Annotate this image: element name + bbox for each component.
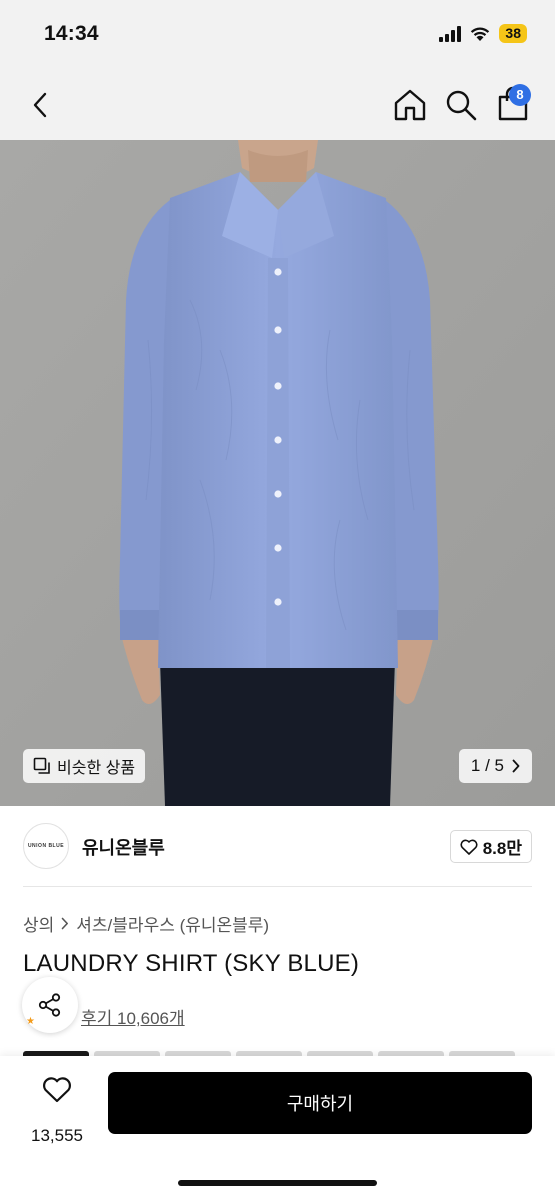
battery-indicator: 38 <box>499 24 527 43</box>
search-icon[interactable] <box>444 88 478 122</box>
breadcrumb: 상의 셔츠/블라우스 (유니온블루) <box>23 911 269 936</box>
similar-products-label: 비슷한 상품 <box>57 760 136 777</box>
breadcrumb-item-top[interactable]: 상의 <box>23 911 54 936</box>
cellular-signal-icon <box>439 25 462 42</box>
buy-button[interactable]: 구매하기 <box>108 1072 532 1134</box>
brand-like-count: 8.8만 <box>482 839 522 858</box>
chevron-right-icon <box>512 759 520 773</box>
cart-count-badge: 8 <box>509 84 531 106</box>
star-icon: ★ <box>26 1016 35 1027</box>
top-nav: 8 <box>0 70 555 140</box>
heart-icon <box>43 1077 71 1103</box>
wishlist-button[interactable]: 13,555 <box>20 1074 92 1145</box>
image-page-indicator[interactable]: 1 / 5 <box>458 749 532 783</box>
breadcrumb-item-category[interactable]: 셔츠/블라우스 (유니온블루) <box>76 911 269 936</box>
wifi-icon <box>471 27 490 41</box>
product-photo <box>0 140 555 806</box>
home-icon[interactable] <box>393 88 427 122</box>
heart-icon <box>460 839 478 855</box>
home-indicator <box>178 1180 377 1186</box>
brand-name[interactable]: 유니온블루 <box>82 834 165 860</box>
status-icons: 38 <box>439 24 527 43</box>
chevron-right-icon <box>61 917 69 930</box>
similar-products-button[interactable]: 비슷한 상품 <box>23 749 146 783</box>
brand-logo[interactable]: UNION BLUE <box>23 823 69 869</box>
copy-icon <box>33 757 50 774</box>
status-bar: 14:34 38 <box>0 0 555 70</box>
status-time: 14:34 <box>44 22 99 45</box>
divider <box>23 886 532 887</box>
wishlist-count: 13,555 <box>31 1126 83 1145</box>
chevron-left-icon[interactable] <box>26 90 56 120</box>
share-icon <box>38 993 61 1017</box>
page-indicator-text: 1 / 5 <box>470 756 504 775</box>
brand-like-button[interactable]: 8.8만 <box>449 830 532 863</box>
review-count-link[interactable]: 후기 10,606개 <box>81 1004 185 1029</box>
brand-row[interactable]: UNION BLUE 유니온블루 8.8만 <box>0 806 555 886</box>
product-title: LAUNDRY SHIRT (SKY BLUE) <box>23 950 360 977</box>
bottom-action-bar: 13,555 구매하기 <box>0 1056 555 1200</box>
product-image[interactable]: 비슷한 상품 1 / 5 <box>0 140 555 806</box>
